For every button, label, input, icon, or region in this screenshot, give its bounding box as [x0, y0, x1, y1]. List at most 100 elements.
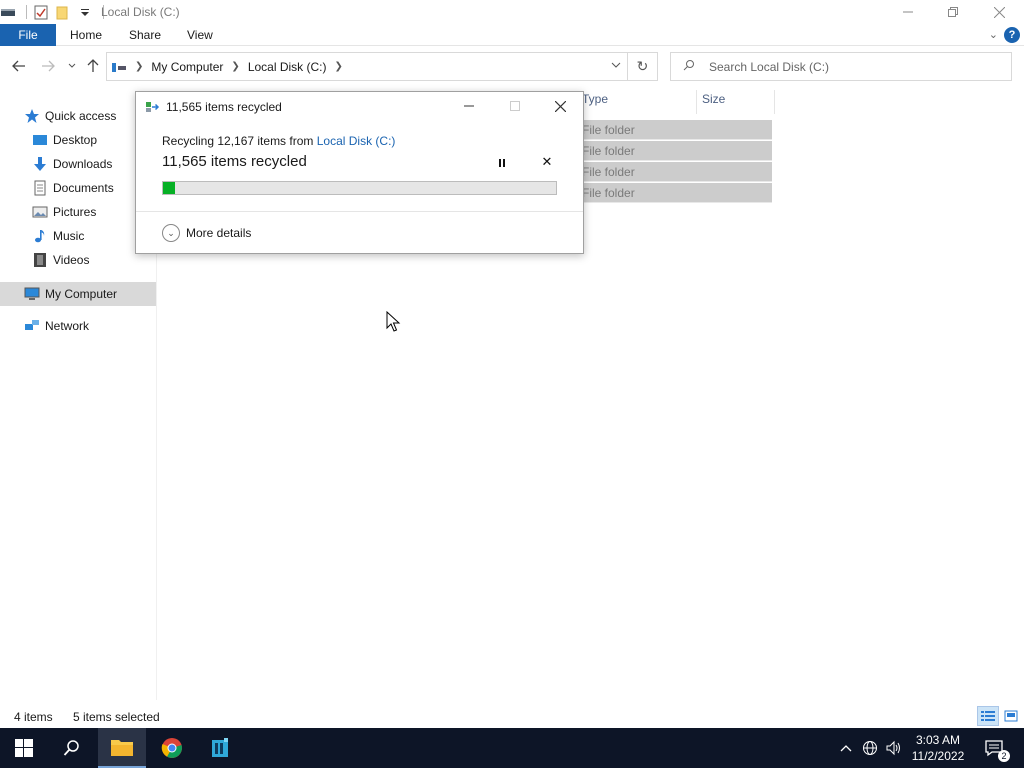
- volume-icon[interactable]: [886, 740, 902, 756]
- source-location-link[interactable]: Local Disk (C:): [317, 134, 396, 148]
- music-note-icon: [32, 228, 48, 244]
- search-taskbar-button[interactable]: [48, 728, 96, 768]
- server-manager-taskbar-button[interactable]: [196, 728, 244, 768]
- nav-item-desktop[interactable]: Desktop: [0, 128, 156, 152]
- navigation-pane: Quick access Desktop Downloads Documents…: [0, 100, 156, 700]
- tab-share[interactable]: Share: [129, 28, 161, 42]
- chevron-down-icon: ⌄: [162, 224, 180, 242]
- desktop-icon: [32, 132, 48, 148]
- search-input[interactable]: Search Local Disk (C:): [709, 60, 829, 74]
- nav-item-my-computer[interactable]: My Computer: [0, 282, 156, 306]
- search-box[interactable]: Search Local Disk (C:): [670, 52, 1012, 81]
- toolbar-divider: [26, 5, 27, 19]
- refresh-button[interactable]: ↻: [627, 53, 657, 80]
- column-header-type[interactable]: Type: [582, 92, 608, 112]
- item-count: 4 items: [14, 710, 53, 724]
- computer-small-icon: [111, 59, 127, 75]
- taskbar: 3:03 AM 11/2/2022 2: [0, 728, 1024, 768]
- close-window-button[interactable]: [976, 0, 1022, 24]
- minimize-button[interactable]: [885, 0, 931, 24]
- nav-item-videos[interactable]: Videos: [0, 248, 156, 272]
- search-icon: [683, 59, 695, 74]
- selected-count: 5 items selected: [73, 710, 160, 724]
- dialog-close-button[interactable]: [545, 96, 575, 116]
- breadcrumb-local-disk[interactable]: Local Disk (C:): [248, 60, 327, 74]
- breadcrumb-my-computer[interactable]: My Computer: [151, 60, 223, 74]
- pause-button[interactable]: [494, 156, 510, 170]
- status-bar: 4 items 5 items selected: [0, 706, 1024, 728]
- column-divider[interactable]: [774, 90, 775, 114]
- address-history-dropdown-icon[interactable]: [611, 60, 621, 71]
- file-explorer-taskbar-button[interactable]: [98, 728, 146, 768]
- nav-item-documents[interactable]: Documents: [0, 176, 156, 200]
- tab-home[interactable]: Home: [70, 28, 102, 42]
- file-row[interactable]: File folder: [578, 162, 772, 182]
- drive-icon[interactable]: [0, 4, 16, 20]
- start-button[interactable]: [0, 728, 48, 768]
- nav-item-music[interactable]: Music: [0, 224, 156, 248]
- properties-icon[interactable]: [33, 4, 49, 20]
- tab-view[interactable]: View: [187, 28, 213, 42]
- recycle-progress-dialog: 11,565 items recycled Recycling 12,167 i…: [135, 91, 584, 254]
- dialog-divider: [136, 211, 583, 212]
- show-hidden-icons-chevron-icon[interactable]: [838, 740, 854, 756]
- film-icon: [32, 252, 48, 268]
- recycling-summary-text: Recycling 12,167 items from: [162, 134, 317, 148]
- dialog-title: 11,565 items recycled: [166, 100, 282, 114]
- file-row[interactable]: File folder: [578, 183, 772, 203]
- ribbon-tabs: File Home Share View ⌄ ?: [0, 24, 1024, 46]
- dialog-minimize-button[interactable]: [454, 96, 484, 116]
- nav-item-pictures[interactable]: Pictures: [0, 200, 156, 224]
- back-arrow-icon[interactable]: [11, 58, 27, 74]
- nav-item-label: Quick access: [45, 109, 117, 123]
- quick-access-toolbar: [0, 3, 110, 21]
- recent-locations-chevron-icon[interactable]: [64, 58, 80, 74]
- file-type-cell: File folder: [582, 123, 635, 137]
- more-details-toggle[interactable]: ⌄ More details: [162, 224, 251, 242]
- column-header-size[interactable]: Size: [702, 92, 725, 112]
- mouse-cursor-icon: [386, 310, 402, 333]
- notification-badge: 2: [998, 750, 1010, 762]
- notification-center-icon[interactable]: 2: [984, 738, 1010, 762]
- tab-file[interactable]: File: [0, 24, 56, 46]
- computer-icon: [24, 286, 40, 302]
- file-row[interactable]: File folder: [578, 141, 772, 161]
- up-arrow-icon[interactable]: [85, 58, 101, 74]
- file-type-cell: File folder: [582, 144, 635, 158]
- forward-arrow-icon[interactable]: [40, 58, 56, 74]
- nav-item-label: Videos: [53, 253, 90, 267]
- restore-button[interactable]: [930, 0, 976, 24]
- breadcrumb-separator-icon[interactable]: ❯: [231, 61, 239, 72]
- large-icons-view-button[interactable]: [1000, 706, 1022, 726]
- dialog-maximize-button: [500, 96, 530, 116]
- column-divider[interactable]: [696, 90, 697, 114]
- search-icon: [63, 740, 79, 756]
- customize-toolbar-dropdown-icon[interactable]: [77, 4, 93, 20]
- expand-ribbon-chevron-icon[interactable]: ⌄: [989, 28, 998, 41]
- system-clock[interactable]: 3:03 AM 11/2/2022: [906, 732, 970, 764]
- cancel-operation-button[interactable]: ✕: [538, 154, 556, 170]
- chrome-taskbar-button[interactable]: [148, 728, 196, 768]
- server-manager-icon: [212, 738, 228, 757]
- file-row[interactable]: File folder: [578, 120, 772, 140]
- network-globe-icon[interactable]: [862, 740, 878, 756]
- nav-item-label: Desktop: [53, 133, 98, 147]
- folder-icon: [111, 740, 133, 756]
- clock-time: 3:03 AM: [915, 733, 961, 747]
- recycled-status: 11,565 items recycled: [162, 153, 307, 170]
- file-type-cell: File folder: [582, 165, 635, 179]
- breadcrumb-separator-icon[interactable]: ❯: [135, 61, 143, 72]
- windows-logo-icon: [15, 739, 33, 757]
- help-icon[interactable]: ?: [1004, 27, 1020, 43]
- new-folder-icon[interactable]: [55, 4, 71, 20]
- nav-item-downloads[interactable]: Downloads: [0, 152, 156, 176]
- details-view-button[interactable]: [977, 706, 999, 726]
- nav-item-quick-access[interactable]: Quick access: [0, 104, 156, 128]
- nav-item-label: My Computer: [45, 287, 118, 301]
- title-bar: Local Disk (C:): [0, 0, 1024, 24]
- nav-item-network[interactable]: Network: [0, 314, 156, 338]
- address-bar[interactable]: ❯ My Computer ❯ Local Disk (C:) ❯ ↻: [106, 52, 658, 81]
- nav-item-label: Documents: [53, 181, 114, 195]
- breadcrumb-separator-icon[interactable]: ❯: [335, 61, 343, 72]
- progress-bar: [162, 181, 557, 195]
